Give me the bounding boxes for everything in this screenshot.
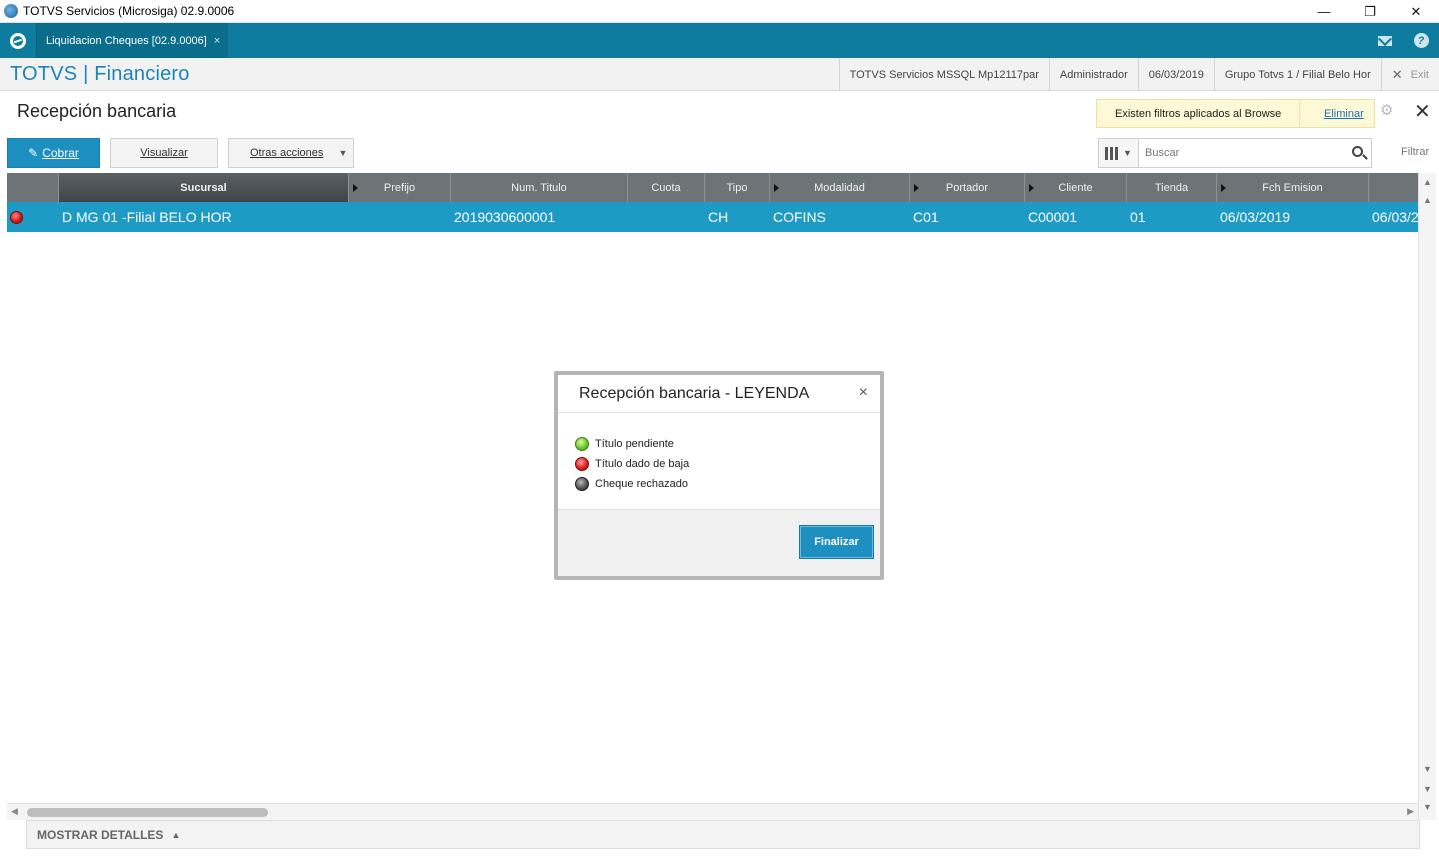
module-header: TOTVS | Financiero TOTVS Servicios MSSQL… <box>0 58 1439 91</box>
otras-acciones-button[interactable]: Otras acciones ▼ <box>228 138 354 168</box>
gear-icon[interactable]: ⚙ <box>1380 103 1394 118</box>
dialog-footer: Finalizar <box>558 509 880 576</box>
header-num-titulo[interactable]: Num. Titulo <box>451 173 628 202</box>
cell-portador: C01 <box>913 209 939 225</box>
header-sucursal[interactable]: Sucursal <box>59 173 349 202</box>
mostrar-detalles-toggle[interactable]: MOSTRAR DETALLES ▲ <box>26 820 1420 849</box>
chevron-up-icon: ▲ <box>171 829 181 840</box>
legend-item-rechazado: Cheque rechazado <box>575 474 880 494</box>
minimize-button[interactable]: — <box>1301 0 1347 23</box>
close-icon: ✕ <box>1391 66 1403 82</box>
scroll-top-icon[interactable]: ▲ <box>1423 177 1432 187</box>
search-input[interactable] <box>1139 140 1339 166</box>
vertical-scrollbar[interactable]: ▲ ▲ ▼ ▼ ▼ <box>1418 173 1436 820</box>
close-dialog-icon[interactable]: × <box>859 384 868 402</box>
window-title: TOTVS Servicios (Microsiga) 02.9.0006 <box>23 4 235 18</box>
cell-num-titulo: 2019030600001 <box>454 209 556 225</box>
cell-modalidad: COFINS <box>773 209 826 225</box>
scroll-end-icon[interactable]: ▼ <box>1423 802 1432 812</box>
window-title-bar: TOTVS Servicios (Microsiga) 02.9.0006 — … <box>0 0 1439 23</box>
scroll-thumb[interactable] <box>27 808 268 817</box>
environment-info[interactable]: TOTVS Servicios MSSQL Mp12117par <box>838 58 1049 91</box>
header-prefijo[interactable]: Prefijo <box>349 173 451 202</box>
legend-item-pendiente: Título pendiente <box>575 434 880 454</box>
header-modalidad[interactable]: Modalidad <box>770 173 910 202</box>
user-info[interactable]: Administrador <box>1048 58 1138 91</box>
scroll-right-icon[interactable]: ▶ <box>1407 806 1414 817</box>
filter-notice: Existen filtros aplicados al Browse Elim… <box>1096 99 1375 128</box>
legend-list: Título pendiente Título dado de baja Che… <box>558 413 880 494</box>
scroll-bottom-icon[interactable]: ▼ <box>1423 784 1432 794</box>
branch-info[interactable]: Grupo Totvs 1 / Filial Belo Hor <box>1213 58 1381 91</box>
header-cuota[interactable]: Cuota <box>628 173 705 202</box>
chevron-down-icon: ▼ <box>338 148 348 158</box>
search-icon[interactable] <box>1352 146 1363 157</box>
status-cell <box>7 202 59 232</box>
dialog-title: Recepción bancaria - LEYENDA <box>558 375 880 413</box>
cell-cliente: C00001 <box>1028 209 1078 225</box>
header-fch-emision[interactable]: Fch Emision <box>1217 173 1369 202</box>
header-portador[interactable]: Portador <box>910 173 1025 202</box>
legend-dialog: Recepción bancaria - LEYENDA × Título pe… <box>558 375 880 576</box>
header-extra[interactable] <box>1369 173 1418 202</box>
red-status-icon <box>575 457 589 471</box>
columns-icon <box>1105 146 1119 160</box>
tab-liquidacion-cheques[interactable]: Liquidacion Cheques [02.9.0006] × <box>36 23 229 58</box>
remove-filter-link[interactable]: Eliminar <box>1300 108 1364 120</box>
cobrar-button[interactable]: ✎ Cobrar <box>7 138 100 168</box>
help-icon[interactable]: ? <box>1403 23 1439 58</box>
filtrar-link[interactable]: Filtrar <box>1401 146 1429 158</box>
tab-close-icon[interactable]: × <box>214 35 220 47</box>
totvs-logo-icon[interactable] <box>0 23 36 58</box>
header-cliente[interactable]: Cliente <box>1025 173 1127 202</box>
green-status-icon <box>575 437 589 451</box>
cell-sucursal: D MG 01 -Filial BELO HOR <box>62 209 232 225</box>
mail-icon[interactable] <box>1367 23 1403 58</box>
table-row[interactable]: D MG 01 -Filial BELO HOR 2019030600001 C… <box>7 202 1418 232</box>
close-window-button[interactable]: ✕ <box>1393 0 1439 23</box>
details-label: MOSTRAR DETALLES <box>37 827 164 842</box>
restore-button[interactable]: ❐ <box>1347 0 1393 23</box>
header-tipo[interactable]: Tipo <box>705 173 770 202</box>
scroll-down-icon[interactable]: ▼ <box>1423 764 1432 774</box>
cell-tipo: CH <box>708 209 729 225</box>
legend-item-baja: Título dado de baja <box>575 454 880 474</box>
horizontal-scrollbar[interactable]: ◀ ▶ <box>7 803 1418 820</box>
tab-label: Liquidacion Cheques [02.9.0006] <box>46 34 207 47</box>
tab-bar: Liquidacion Cheques [02.9.0006] × ? <box>0 23 1439 58</box>
scroll-left-icon[interactable]: ◀ <box>11 806 18 817</box>
page-title: Recepción bancaria <box>17 101 177 121</box>
window-controls: — ❐ ✕ <box>1301 0 1439 23</box>
status-red-icon <box>10 210 23 224</box>
column-selector[interactable]: ▼ <box>1099 139 1139 167</box>
header-status[interactable] <box>7 173 59 202</box>
search-box: ▼ <box>1098 138 1372 168</box>
gray-status-icon <box>575 477 589 491</box>
cell-extra: 06/03/2 <box>1372 209 1418 225</box>
filter-notice-text: Existen filtros aplicados al Browse <box>1097 100 1300 127</box>
visualizar-button[interactable]: Visualizar <box>110 138 218 168</box>
app-icon <box>4 4 18 18</box>
pencil-icon: ✎ <box>28 146 39 160</box>
scroll-up-icon[interactable]: ▲ <box>1423 195 1432 205</box>
close-page-icon[interactable]: ✕ <box>1414 102 1431 122</box>
cell-tienda: 01 <box>1130 209 1146 225</box>
cell-fch-emision: 06/03/2019 <box>1220 209 1291 225</box>
header-tienda[interactable]: Tienda <box>1127 173 1217 202</box>
exit-button[interactable]: ✕ Exit <box>1380 58 1439 91</box>
date-info[interactable]: 06/03/2019 <box>1137 58 1214 91</box>
finalizar-button[interactable]: Finalizar <box>799 525 874 559</box>
module-title: TOTVS | Financiero <box>10 62 190 85</box>
grid-header: Sucursal Prefijo Num. Titulo Cuota Tipo … <box>7 173 1418 202</box>
